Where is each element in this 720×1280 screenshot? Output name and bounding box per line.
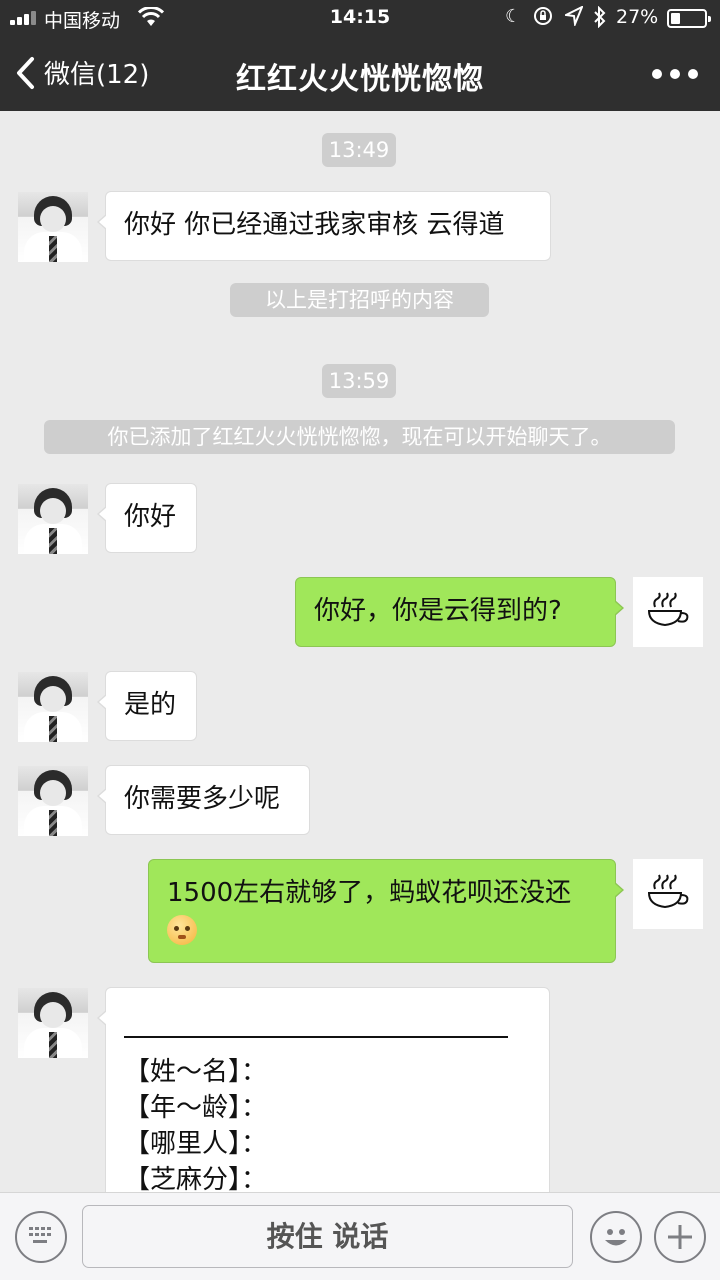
chevron-left-icon bbox=[14, 52, 44, 92]
form-divider bbox=[124, 1036, 508, 1038]
message-bubble[interactable]: 你好 你已经通过我家审核 云得道 bbox=[97, 191, 551, 261]
back-label: 微信(12) bbox=[44, 59, 150, 90]
battery-percent: 27% bbox=[616, 6, 659, 28]
back-button[interactable]: 微信(12) bbox=[14, 52, 149, 92]
form-row-name: 【姓～名】： bbox=[124, 1057, 268, 1087]
coffee-icon bbox=[647, 592, 689, 627]
system-message: 以上是打招呼的内容 bbox=[230, 283, 489, 317]
system-message: 你已添加了红红火火恍恍惚惚，现在可以开始聊天了。 bbox=[44, 420, 675, 454]
message-bubble-form[interactable]: 【姓～名】： 【年～龄】： 【哪里人】： 【芝麻分】： bbox=[97, 987, 550, 1192]
message-bubble[interactable]: 你好 bbox=[97, 483, 197, 553]
message-bubble-outgoing[interactable]: 你好，你是云得到的? bbox=[295, 577, 624, 647]
form-row-sesame-score: 【芝麻分】： bbox=[124, 1165, 268, 1192]
flushed-face-emoji-icon bbox=[167, 914, 197, 945]
avatar[interactable] bbox=[18, 484, 88, 554]
coffee-icon bbox=[647, 874, 689, 909]
moon-icon: ☾ bbox=[505, 6, 522, 27]
chat-area[interactable]: 13:49 你好 你已经通过我家审核 云得道 以上是打招呼的内容 13:59 你… bbox=[0, 111, 720, 1192]
form-row-age: 【年～龄】： bbox=[124, 1093, 268, 1123]
timestamp: 13:59 bbox=[322, 364, 396, 398]
message-bubble[interactable]: 你需要多少呢 bbox=[97, 765, 310, 835]
rotation-lock-icon bbox=[533, 6, 553, 31]
header: 中国移动 14:15 ☾ 27% 微信(12) 红红火火恍恍惚惚 bbox=[0, 0, 720, 111]
battery-icon bbox=[667, 9, 711, 28]
avatar[interactable] bbox=[18, 766, 88, 836]
form-row-hometown: 【哪里人】： bbox=[124, 1129, 268, 1159]
avatar[interactable] bbox=[18, 192, 88, 262]
nav-bar: 微信(12) 红红火火恍恍惚惚 bbox=[0, 36, 720, 111]
message-bubble-outgoing[interactable]: 1500左右就够了，蚂蚁花呗还没还 bbox=[148, 859, 624, 963]
status-bar: 中国移动 14:15 ☾ 27% bbox=[0, 0, 720, 36]
clock: 14:15 bbox=[329, 6, 391, 28]
input-toolbar: 按住 说话 bbox=[0, 1192, 720, 1280]
more-icon[interactable] bbox=[652, 66, 702, 82]
emoji-icon[interactable] bbox=[590, 1211, 642, 1263]
message-bubble[interactable]: 是的 bbox=[97, 671, 197, 741]
wifi-icon bbox=[137, 6, 165, 27]
avatar[interactable] bbox=[18, 672, 88, 742]
my-avatar[interactable] bbox=[633, 859, 703, 929]
status-icons: ☾ bbox=[505, 4, 615, 33]
bluetooth-icon bbox=[593, 5, 607, 33]
hold-to-talk-button[interactable]: 按住 说话 bbox=[82, 1205, 573, 1268]
avatar[interactable] bbox=[18, 988, 88, 1058]
plus-icon[interactable] bbox=[654, 1211, 706, 1263]
message-text: 1500左右就够了，蚂蚁花呗还没还 bbox=[167, 878, 572, 908]
my-avatar[interactable] bbox=[633, 577, 703, 647]
location-icon bbox=[562, 4, 584, 31]
keyboard-icon[interactable] bbox=[15, 1211, 67, 1263]
chat-title: 红红火火恍恍惚惚 bbox=[236, 62, 484, 97]
timestamp: 13:49 bbox=[322, 133, 396, 167]
carrier-label: 中国移动 bbox=[44, 10, 121, 32]
signal-icon bbox=[10, 11, 40, 25]
